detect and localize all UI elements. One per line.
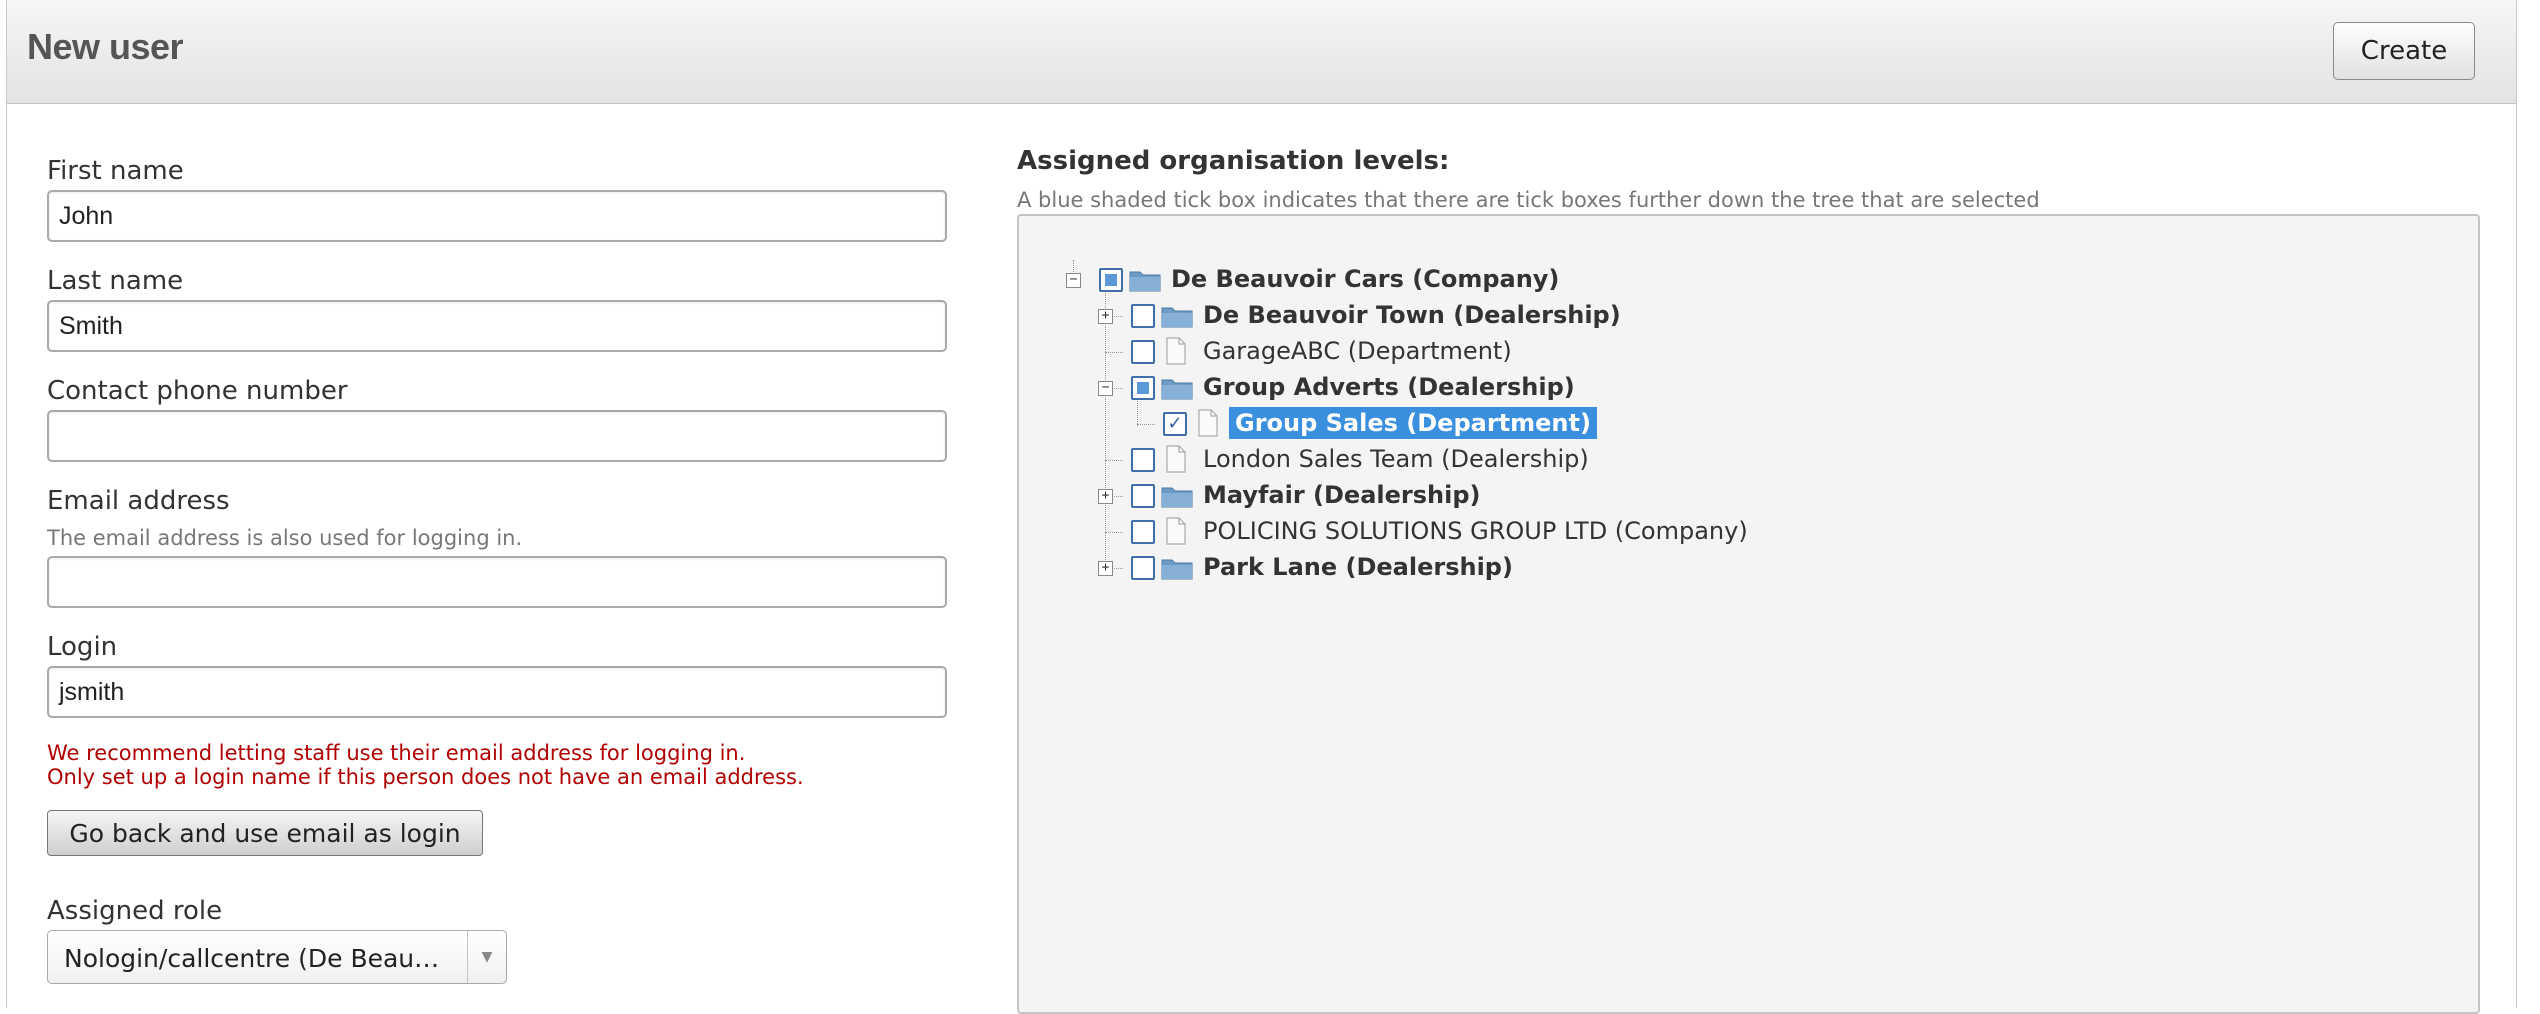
tree-checkbox[interactable] <box>1099 268 1123 292</box>
folder-icon <box>1161 487 1193 508</box>
collapse-icon[interactable]: − <box>1098 381 1113 396</box>
dropdown-arrow-icon[interactable]: ▼ <box>467 931 506 983</box>
tree-checkbox[interactable] <box>1131 520 1155 544</box>
collapse-icon[interactable]: − <box>1066 273 1081 288</box>
tree-checkbox[interactable] <box>1131 556 1155 580</box>
tree-item-label[interactable]: De Beauvoir Cars (Company) <box>1171 265 1559 293</box>
document-icon <box>1166 445 1186 473</box>
tree-item-label-selected[interactable]: Group Sales (Department) <box>1229 407 1597 439</box>
tree-item-label[interactable]: GarageABC (Department) <box>1203 337 1512 365</box>
folder-icon <box>1129 271 1161 292</box>
folder-icon <box>1161 379 1193 400</box>
email-label: Email address <box>47 486 230 516</box>
role-label: Assigned role <box>47 896 223 926</box>
first-name-field[interactable]: John <box>47 190 947 242</box>
tree-checkbox[interactable] <box>1131 448 1155 472</box>
expand-icon[interactable]: + <box>1098 309 1113 324</box>
last-name-label: Last name <box>47 266 184 296</box>
tree-checkbox[interactable] <box>1131 376 1155 400</box>
folder-icon <box>1161 307 1193 328</box>
tree-connector <box>1073 260 1074 272</box>
org-levels-hint: A blue shaded tick box indicates that th… <box>1017 188 2040 212</box>
document-icon <box>1166 517 1186 545</box>
tree-item-label[interactable]: Mayfair (Dealership) <box>1203 481 1481 509</box>
page-frame: New user Create First name John Last nam… <box>6 0 2517 1014</box>
create-button[interactable]: Create <box>2333 22 2475 80</box>
document-icon <box>1198 409 1218 437</box>
tree-item-label[interactable]: De Beauvoir Town (Dealership) <box>1203 301 1621 329</box>
tree-checkbox[interactable] <box>1131 484 1155 508</box>
tree-item-label[interactable]: Group Adverts (Dealership) <box>1203 373 1575 401</box>
tree-checkbox[interactable] <box>1131 304 1155 328</box>
first-name-label: First name <box>47 156 184 186</box>
tree-connector <box>1105 460 1123 461</box>
checkmark-icon: ✓ <box>1167 413 1183 434</box>
email-field[interactable] <box>47 556 947 608</box>
tree-connector <box>1105 532 1123 533</box>
last-name-field[interactable]: Smith <box>47 300 947 352</box>
phone-label: Contact phone number <box>47 376 348 406</box>
tree-connector <box>1105 352 1123 353</box>
tree-item-label[interactable]: London Sales Team (Dealership) <box>1203 445 1589 473</box>
login-warning-line2: Only set up a login name if this person … <box>47 765 804 789</box>
go-back-email-login-button[interactable]: Go back and use email as login <box>47 810 483 856</box>
tree-connector <box>1105 282 1106 572</box>
phone-field[interactable] <box>47 410 947 462</box>
tree-item-label[interactable]: Park Lane (Dealership) <box>1203 553 1513 581</box>
login-label: Login <box>47 632 118 662</box>
tree-item-label[interactable]: POLICING SOLUTIONS GROUP LTD (Company) <box>1203 517 1748 545</box>
role-select-value: Nologin/callcentre (De Beau… <box>64 944 440 973</box>
tree-checkbox[interactable]: ✓ <box>1163 412 1187 436</box>
tree-connector <box>1137 424 1155 425</box>
login-warning-line1: We recommend letting staff use their ema… <box>47 741 746 765</box>
expand-icon[interactable]: + <box>1098 489 1113 504</box>
folder-icon <box>1161 559 1193 580</box>
email-hint: The email address is also used for loggi… <box>47 526 523 550</box>
login-field[interactable]: jsmith <box>47 666 947 718</box>
expand-icon[interactable]: + <box>1098 561 1113 576</box>
role-select[interactable]: Nologin/callcentre (De Beau… ▼ <box>47 930 507 984</box>
page-title: New user <box>27 26 184 67</box>
org-tree-panel: − De Beauvoir Cars (Company) + De Beauvo… <box>1017 214 2480 1014</box>
tree-checkbox[interactable] <box>1131 340 1155 364</box>
org-levels-title: Assigned organisation levels: <box>1017 146 1450 176</box>
document-icon <box>1166 337 1186 365</box>
page-header: New user Create <box>7 0 2516 104</box>
